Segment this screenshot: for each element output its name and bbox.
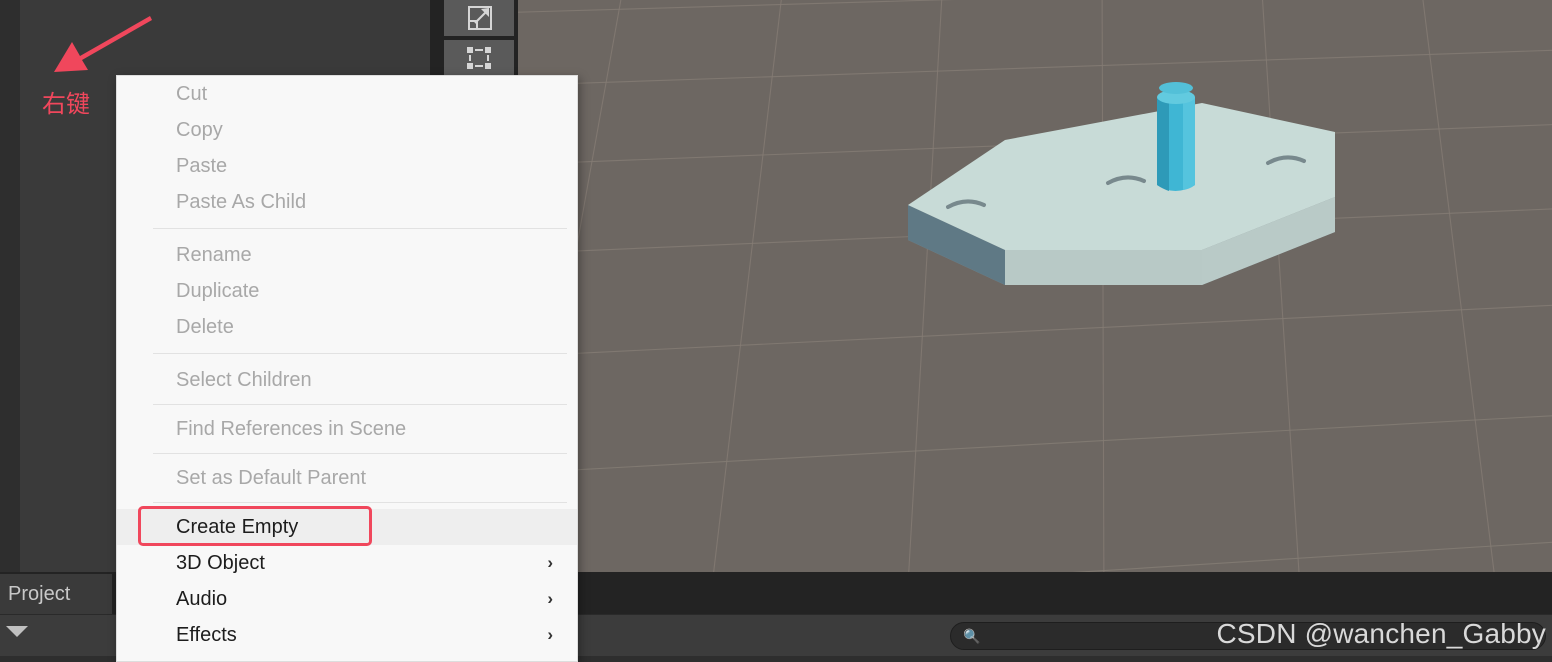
chevron-right-icon: ›	[547, 625, 553, 645]
rect-transform-icon	[462, 44, 496, 72]
menu-item-label: Paste	[176, 155, 227, 178]
arrow-up-right-icon	[34, 10, 154, 80]
tab-project[interactable]: Project	[0, 574, 112, 614]
menu-item-3d-object[interactable]: 3D Object ›	[117, 545, 577, 581]
menu-item-label: Paste As Child	[176, 191, 306, 214]
scene-grid	[440, 0, 1552, 572]
scene-viewport[interactable]	[440, 0, 1552, 572]
rect-transform-tool-button[interactable]	[444, 40, 514, 76]
search-icon: 🔍	[963, 629, 980, 643]
menu-item-light[interactable]: Light ›	[117, 653, 577, 662]
menu-separator	[153, 228, 567, 229]
menu-item-rename[interactable]: Rename	[117, 237, 577, 273]
scale-tool-button[interactable]	[444, 0, 514, 36]
menu-item-label: Effects	[176, 624, 237, 647]
menu-item-set-as-default-parent[interactable]: Set as Default Parent	[117, 460, 577, 496]
menu-group: Set as Default Parent	[117, 460, 577, 496]
cylinder-mesh	[1157, 82, 1195, 191]
menu-group: Cut Copy Paste Paste As Child	[117, 76, 577, 220]
menu-group: Rename Duplicate Delete	[117, 237, 577, 345]
hierarchy-context-menu[interactable]: Cut Copy Paste Paste As Child Rename Dup…	[116, 75, 578, 662]
menu-item-delete[interactable]: Delete	[117, 309, 577, 345]
menu-item-label: Copy	[176, 119, 223, 142]
unity-editor-window: Project 🔍 CSDN @wanchen_Gabby Cut Copy P…	[0, 0, 1552, 662]
scene-tool-strip	[440, 0, 518, 80]
menu-group: Create Empty 3D Object › Audio › Effects…	[117, 509, 577, 662]
menu-item-cut[interactable]: Cut	[117, 76, 577, 112]
menu-item-paste[interactable]: Paste	[117, 148, 577, 184]
menu-separator	[153, 404, 567, 405]
menu-item-label: Duplicate	[176, 280, 259, 303]
menu-item-create-empty[interactable]: Create Empty	[117, 509, 577, 545]
chevron-right-icon: ›	[547, 589, 553, 609]
left-gutter	[0, 0, 20, 572]
menu-item-effects[interactable]: Effects ›	[117, 617, 577, 653]
caret-down-icon[interactable]	[6, 626, 28, 637]
scale-icon	[462, 4, 496, 32]
menu-item-label: Audio	[176, 588, 227, 611]
menu-group: Find References in Scene	[117, 411, 577, 447]
annotation-label: 右键	[42, 84, 90, 119]
menu-item-label: Select Children	[176, 369, 312, 392]
menu-item-label: Find References in Scene	[176, 418, 406, 441]
menu-item-label: Cut	[176, 83, 207, 106]
menu-separator	[153, 353, 567, 354]
search-input[interactable]	[980, 628, 1545, 644]
menu-item-duplicate[interactable]: Duplicate	[117, 273, 577, 309]
menu-item-label: Set as Default Parent	[176, 467, 366, 490]
menu-group: Select Children	[117, 362, 577, 398]
menu-item-find-references-in-scene[interactable]: Find References in Scene	[117, 411, 577, 447]
menu-item-label: Create Empty	[176, 516, 298, 539]
menu-separator	[153, 502, 567, 503]
menu-item-label: Delete	[176, 316, 234, 339]
menu-separator	[153, 453, 567, 454]
menu-item-paste-as-child[interactable]: Paste As Child	[117, 184, 577, 220]
menu-item-audio[interactable]: Audio ›	[117, 581, 577, 617]
project-search-field[interactable]: 🔍	[950, 622, 1546, 650]
menu-item-label: 3D Object	[176, 552, 265, 575]
menu-item-select-children[interactable]: Select Children	[117, 362, 577, 398]
tab-project-label: Project	[8, 583, 70, 606]
menu-item-label: Rename	[176, 244, 252, 267]
menu-item-copy[interactable]: Copy	[117, 112, 577, 148]
chevron-right-icon: ›	[547, 553, 553, 573]
